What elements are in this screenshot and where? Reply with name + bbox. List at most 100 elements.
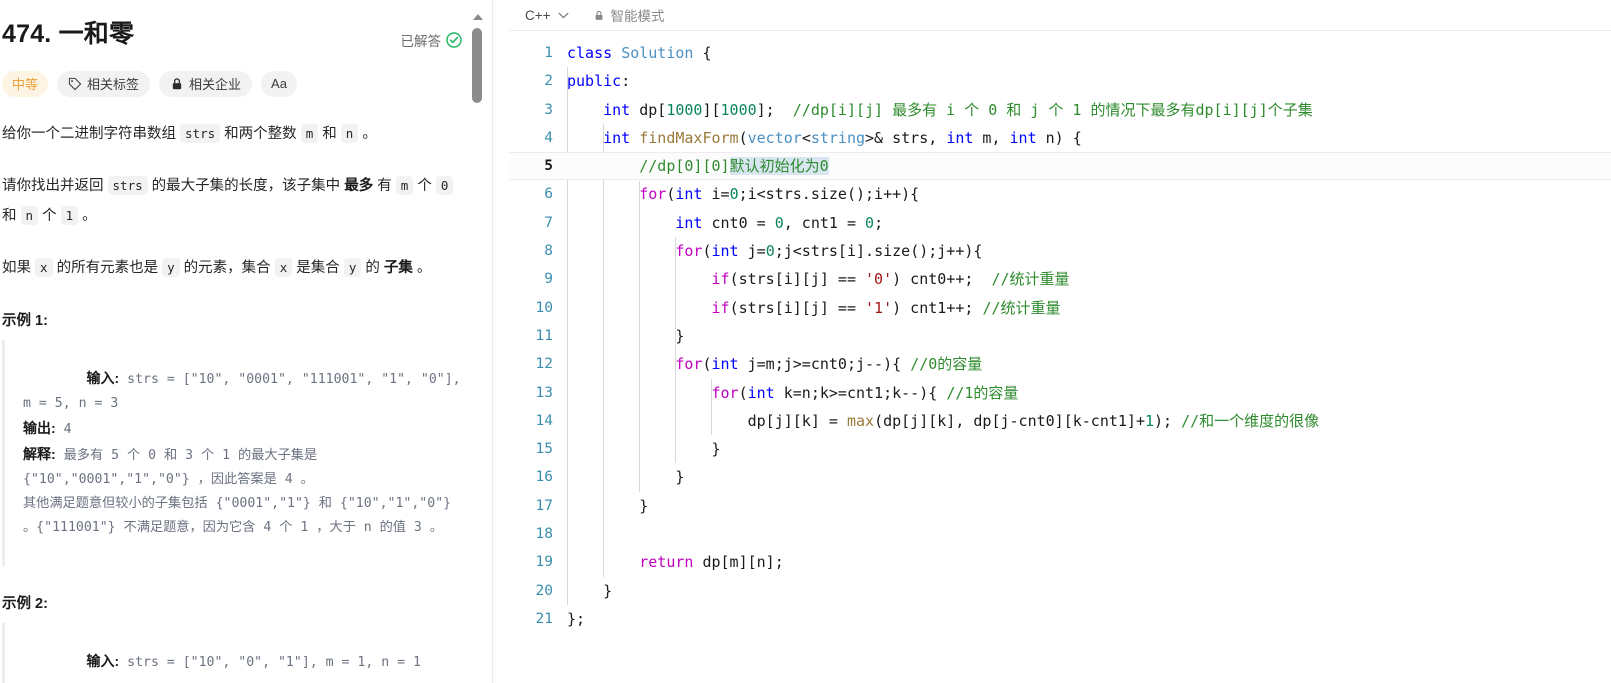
code-line[interactable]: 3 int dp[1000][1000]; //dp[i][j] 最多有 i 个… (509, 96, 1611, 124)
code-line[interactable]: 1 class Solution { (509, 39, 1611, 67)
code-line[interactable]: 8 for(int j=0;j<strs[i].size();j++){ (509, 237, 1611, 265)
code-text[interactable]: } (567, 322, 684, 350)
code-text[interactable]: int dp[1000][1000]; //dp[i][j] 最多有 i 个 0… (567, 96, 1313, 124)
code-text[interactable]: if(strs[i][j] == '0') cnt0++; //统计重量 (567, 265, 1070, 293)
font-size-button[interactable]: Aa (261, 70, 297, 97)
code-token: : (621, 72, 631, 91)
code-text[interactable]: } (567, 577, 612, 605)
code-line[interactable]: 12 for(int j=m;j>=cnt0;j--){ //0的容量 (509, 350, 1611, 378)
code-text[interactable]: for(int j=0;j<strs[i].size();j++){ (567, 237, 982, 265)
code-line[interactable]: 14 dp[j][k] = max(dp[j][k], dp[j-cnt0][k… (509, 407, 1611, 435)
code-token: 0 (774, 213, 784, 232)
code-token: ( (702, 242, 712, 261)
code-line[interactable]: 17 } (509, 492, 1611, 520)
code-line[interactable]: 21}; (509, 605, 1611, 633)
code-text[interactable]: dp[j][k] = max(dp[j][k], dp[j-cnt0][k-cn… (567, 407, 1320, 435)
problem-statement: 给你一个二进制字符串数组 strs 和两个整数 m 和 n 。请你找出并返回 s… (2, 119, 466, 283)
code-text[interactable]: for(int j=m;j>=cnt0;j--){ //0的容量 (567, 350, 982, 378)
language-label: C++ (525, 7, 551, 23)
code-line[interactable]: 19 return dp[m][n]; (509, 548, 1611, 576)
line-number: 18 (535, 526, 553, 543)
code-line[interactable]: 11 } (509, 322, 1611, 350)
smart-mode-label: 智能模式 (610, 9, 665, 24)
language-selector[interactable]: C++ (525, 8, 569, 23)
paragraph-text: 给你一个二进制字符串数组 (2, 125, 181, 142)
code-editor-surface[interactable]: 1 class Solution {2 public: 3 int dp[1000][… (509, 31, 1611, 683)
inline-code: 1 (60, 205, 79, 225)
related-companies-button[interactable]: 相关企业 (159, 70, 253, 97)
paragraph-text: 的元素，集合 (179, 259, 275, 276)
code-line[interactable]: 6 for(int i=0;i<strs.size();i++){ (509, 180, 1611, 208)
line-number: 15 (535, 441, 553, 458)
scroll-up-arrow-icon[interactable] (473, 14, 483, 20)
paragraph-text: 是集合 (292, 259, 344, 276)
code-line[interactable]: 13 for(int k=n;k>=cnt1;k--){ //1的容量 (509, 379, 1611, 407)
code-token: public (567, 72, 622, 91)
code-token: 0 (765, 242, 775, 261)
code-text[interactable]: } (567, 492, 648, 520)
line-number: 5 (544, 158, 553, 175)
chevron-down-icon (558, 12, 568, 18)
inline-code: n (340, 123, 359, 143)
code-token: ();j++){ (910, 242, 983, 261)
panel-gap (493, 0, 509, 683)
code-token: max (846, 411, 875, 430)
code-token: int (603, 100, 631, 119)
code-line[interactable]: 15 } (509, 435, 1611, 463)
code-line[interactable]: 18 (509, 520, 1611, 548)
code-line[interactable]: 10 if(strs[i][j] == '1') cnt1++; //统计重量 (509, 294, 1611, 322)
code-token: ;i<strs. (738, 185, 811, 204)
code-line[interactable]: 4 int findMaxForm(vector<string>& strs, … (509, 124, 1611, 152)
description-scrollbar[interactable] (472, 0, 484, 683)
code-lines[interactable]: 1 class Solution {2 public: 3 int dp[1000][… (509, 39, 1611, 633)
code-token: int (711, 355, 739, 374)
code-text[interactable]: public: (567, 67, 630, 95)
code-line[interactable]: 2 public: (509, 67, 1611, 95)
code-text[interactable]: }; (567, 605, 585, 633)
problem-description-panel: 474. 一和零 已解答 中等 相关标签 相关企业 Aa 给你一个二进制字符串数… (0, 0, 492, 683)
code-token: k=n;k>=cnt1;k--){ (774, 383, 947, 402)
smart-mode-indicator[interactable]: 智能模式 (593, 5, 665, 25)
code-token: ; (874, 213, 884, 232)
code-text[interactable]: int findMaxForm(vector<string>& strs, in… (567, 124, 1082, 152)
code-text[interactable]: return dp[m][n]; (567, 548, 784, 576)
lock-icon (172, 77, 182, 89)
code-line[interactable]: 7 int cnt0 = 0, cnt1 = 0; (509, 209, 1611, 237)
line-number: 13 (535, 384, 553, 401)
example2-input-label: 输入: (86, 652, 120, 669)
code-line[interactable]: 20 } (509, 577, 1611, 605)
code-line[interactable]: 5 //dp[0][0]默认初始化为0 (509, 152, 1611, 181)
code-text[interactable]: class Solution { (567, 39, 712, 67)
code-text[interactable]: if(strs[i][j] == '1') cnt1++; //统计重量 (567, 294, 1061, 322)
code-text[interactable]: for(int k=n;k>=cnt1;k--){ //1的容量 (567, 379, 1019, 407)
line-number: 3 (544, 101, 553, 118)
code-text[interactable]: for(int i=0;i<strs.size();i++){ (567, 180, 919, 208)
related-tags-button[interactable]: 相关标签 (57, 70, 151, 97)
code-token: class (567, 44, 622, 62)
code-line[interactable]: 16 } (509, 463, 1611, 491)
code-token: '0' (865, 270, 893, 289)
code-text[interactable]: } (567, 463, 684, 491)
code-text[interactable]: } (567, 435, 720, 463)
paragraph-text: 和两个整数 (220, 125, 301, 142)
code-token: for (675, 242, 703, 261)
example2-heading: 示例 2: (2, 595, 48, 612)
code-token: //统计重量 (982, 298, 1061, 317)
code-token: findMaxForm (639, 128, 739, 147)
code-token: 1 (1145, 411, 1155, 430)
code-token: } (567, 581, 613, 600)
code-token: //dp[i][j] 最多有 i 个 0 和 j 个 1 的情况下最多有dp[i… (792, 100, 1313, 119)
code-text[interactable]: int cnt0 = 0, cnt1 = 0; (567, 209, 883, 237)
code-token: int (603, 128, 631, 147)
code-token: n) { (1036, 128, 1082, 147)
code-token: for (675, 355, 703, 374)
code-line[interactable]: 9 if(strs[i][j] == '0') cnt0++; //统计重量 (509, 265, 1611, 293)
problem-tag-row: 中等 相关标签 相关企业 Aa (2, 70, 466, 97)
code-text[interactable]: //dp[0][0]默认初始化为0 (567, 152, 829, 180)
scrollbar-thumb[interactable] (472, 28, 482, 103)
paragraph-text: 。 (412, 259, 432, 276)
line-number: 14 (535, 412, 553, 429)
code-token: return (639, 553, 694, 572)
difficulty-chip[interactable]: 中等 (2, 70, 49, 97)
